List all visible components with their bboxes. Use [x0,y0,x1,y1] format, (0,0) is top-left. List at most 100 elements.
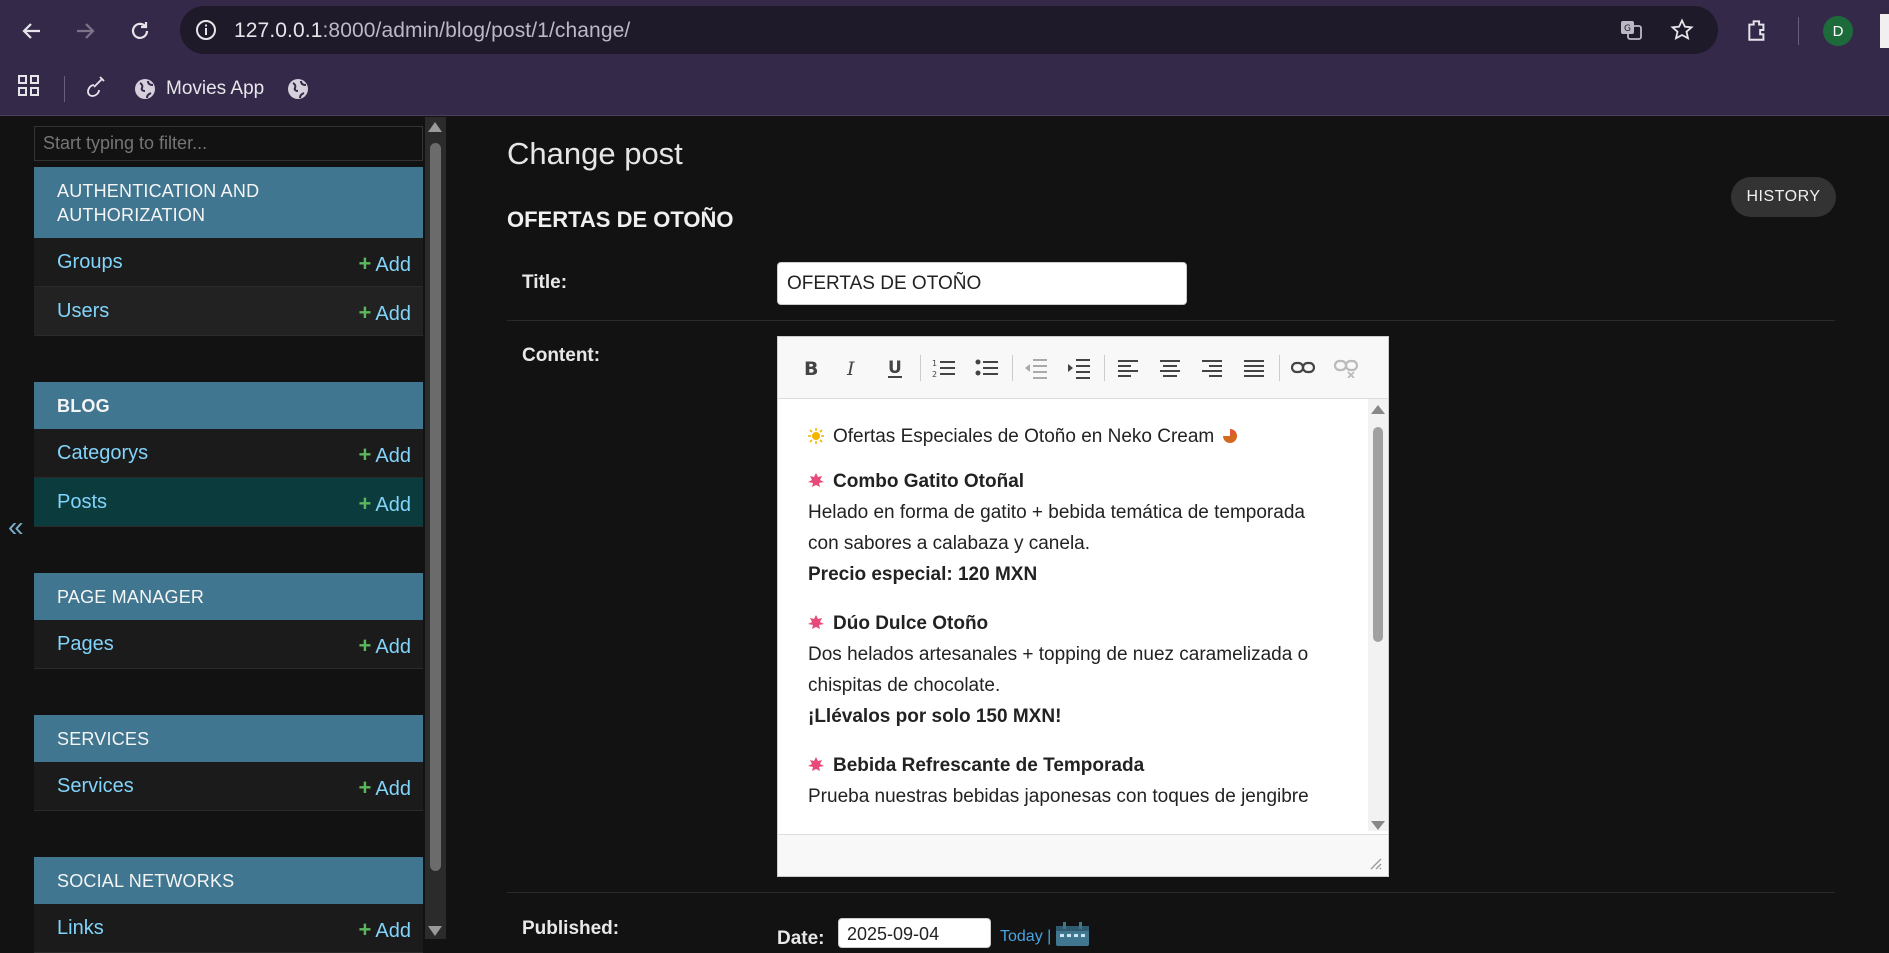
editor-scrollbar-thumb[interactable] [1373,427,1383,642]
indent-icon [1068,359,1090,379]
globe-icon[interactable] [287,78,309,100]
editor-scroll-up-icon[interactable] [1371,405,1385,414]
svg-text:G: G [1624,24,1631,34]
published-label: Published: [522,918,620,939]
date-input[interactable]: 2025-09-04 [838,918,991,948]
sidebar-item-posts[interactable]: Posts + Add [34,478,423,527]
toolbar-separator [920,355,921,381]
svg-text:I: I [846,358,855,378]
align-left-button[interactable] [1115,355,1141,381]
date-label: Date: [777,928,825,949]
offer-text: Dos helados artesanales + topping de nue… [808,644,1309,696]
today-link[interactable]: Today | [1000,928,1051,946]
extensions-icon[interactable] [1745,17,1771,43]
reload-icon [131,22,149,39]
offer-price: ¡Llévalos por solo 150 MXN! [808,706,1062,727]
link-icon [1291,361,1315,374]
sidebar-item-services[interactable]: Services + Add [34,762,423,811]
editor-scroll-down-icon[interactable] [1371,821,1385,830]
align-right-button[interactable] [1199,355,1225,381]
scroll-up-arrow-icon[interactable] [428,122,442,132]
menu-edge[interactable] [1880,14,1889,48]
sidebar-item-pages[interactable]: Pages + Add [34,620,423,669]
globe-icon [135,79,155,99]
module-header-auth[interactable]: AUTHENTICATION AND AUTHORIZATION [34,167,423,238]
unlink-button[interactable] [1333,355,1359,381]
add-posts-link[interactable]: + Add [359,491,411,517]
italic-button[interactable]: I [839,355,865,381]
address-bar[interactable]: 127.0.0.1:8000/admin/blog/post/1/change/… [180,6,1718,54]
outdent-button[interactable] [1023,355,1049,381]
module-header-blog[interactable]: BLOG [34,382,423,429]
underline-button[interactable]: U [882,355,908,381]
bold-button[interactable]: B [798,355,824,381]
back-button[interactable] [14,13,50,49]
toolbar-separator [1104,355,1105,381]
add-users-link[interactable]: + Add [359,300,411,326]
unordered-list-button[interactable] [974,355,1000,381]
reload-button[interactable] [122,13,158,49]
bookmark-movies-app[interactable]: Movies App [134,74,264,104]
add-label: Add [375,445,411,467]
plus-icon: + [358,633,372,658]
add-links-link[interactable]: + Add [359,917,411,943]
module-header-page-manager[interactable]: PAGE MANAGER [34,573,423,620]
sidebar-item-groups[interactable]: Groups + Add [34,238,423,287]
plus-icon: + [358,300,372,325]
forward-button[interactable] [67,13,103,49]
plus-icon: + [358,917,372,942]
sidebar-item-users[interactable]: Users + Add [34,287,423,336]
apps-grid-icon[interactable] [17,74,41,98]
scroll-down-arrow-icon[interactable] [428,926,442,936]
module-header-social-networks[interactable]: SOCIAL NETWORKS [34,857,423,904]
editor-content[interactable]: Ofertas Especiales de Otoño en Neko Crea… [778,399,1368,834]
align-justify-button[interactable] [1241,355,1267,381]
maple-leaf-icon [808,757,824,771]
ordered-list-button[interactable]: 12 [931,355,957,381]
sidebar-item-categorys[interactable]: Categorys + Add [34,429,423,478]
module-header-label: SOCIAL NETWORKS [57,870,235,891]
page-title: Change post [507,136,683,171]
toggle-sidebar-button[interactable]: « [0,117,34,939]
svg-text:B: B [804,358,818,378]
rich-text-editor[interactable]: B I U 12 Ofertas Especiales de Otoño en … [777,336,1389,877]
title-input[interactable]: OFERTAS DE OTOÑO [777,262,1187,305]
unlink-icon [1334,359,1358,378]
nav-filter-input[interactable] [34,126,423,161]
add-pages-link[interactable]: + Add [359,633,411,659]
model-link[interactable]: Services [57,775,134,798]
model-link[interactable]: Users [57,300,109,323]
history-button[interactable]: HISTORY [1731,177,1836,217]
link-button[interactable] [1290,355,1316,381]
model-link[interactable]: Links [57,917,104,940]
indent-button[interactable] [1066,355,1092,381]
calendar-icon[interactable] [1055,922,1090,946]
model-link[interactable]: Categorys [57,442,148,465]
translate-icon[interactable]: G [1619,18,1643,42]
model-link[interactable]: Posts [57,491,107,514]
sidebar-scrollbar-thumb[interactable] [430,143,441,871]
guitar-bookmark-icon[interactable] [84,74,108,100]
align-center-button[interactable] [1157,355,1183,381]
add-categorys-link[interactable]: + Add [359,442,411,468]
add-label: Add [375,303,411,325]
offer-text: Prueba nuestras bebidas japonesas con to… [808,786,1309,807]
title-label: Title: [522,272,568,293]
align-right-icon [1202,360,1222,377]
offer-heading: Bebida Refrescante de Temporada [833,755,1145,776]
site-info-icon[interactable] [194,18,218,42]
editor-statusbar [778,834,1388,876]
plus-icon: + [358,775,372,800]
profile-avatar[interactable]: D [1823,16,1853,46]
align-left-icon [1118,360,1138,377]
model-link[interactable]: Groups [57,251,123,274]
add-services-link[interactable]: + Add [359,775,411,801]
model-link[interactable]: Pages [57,633,114,656]
url-host: 127.0.0.1 [234,19,323,42]
sidebar-item-links[interactable]: Links + Add [34,904,423,953]
star-icon[interactable] [1670,18,1694,42]
resize-handle-icon[interactable] [1370,858,1382,870]
add-groups-link[interactable]: + Add [359,251,411,277]
module-header-services[interactable]: SERVICES [34,715,423,762]
sun-icon [808,428,824,444]
